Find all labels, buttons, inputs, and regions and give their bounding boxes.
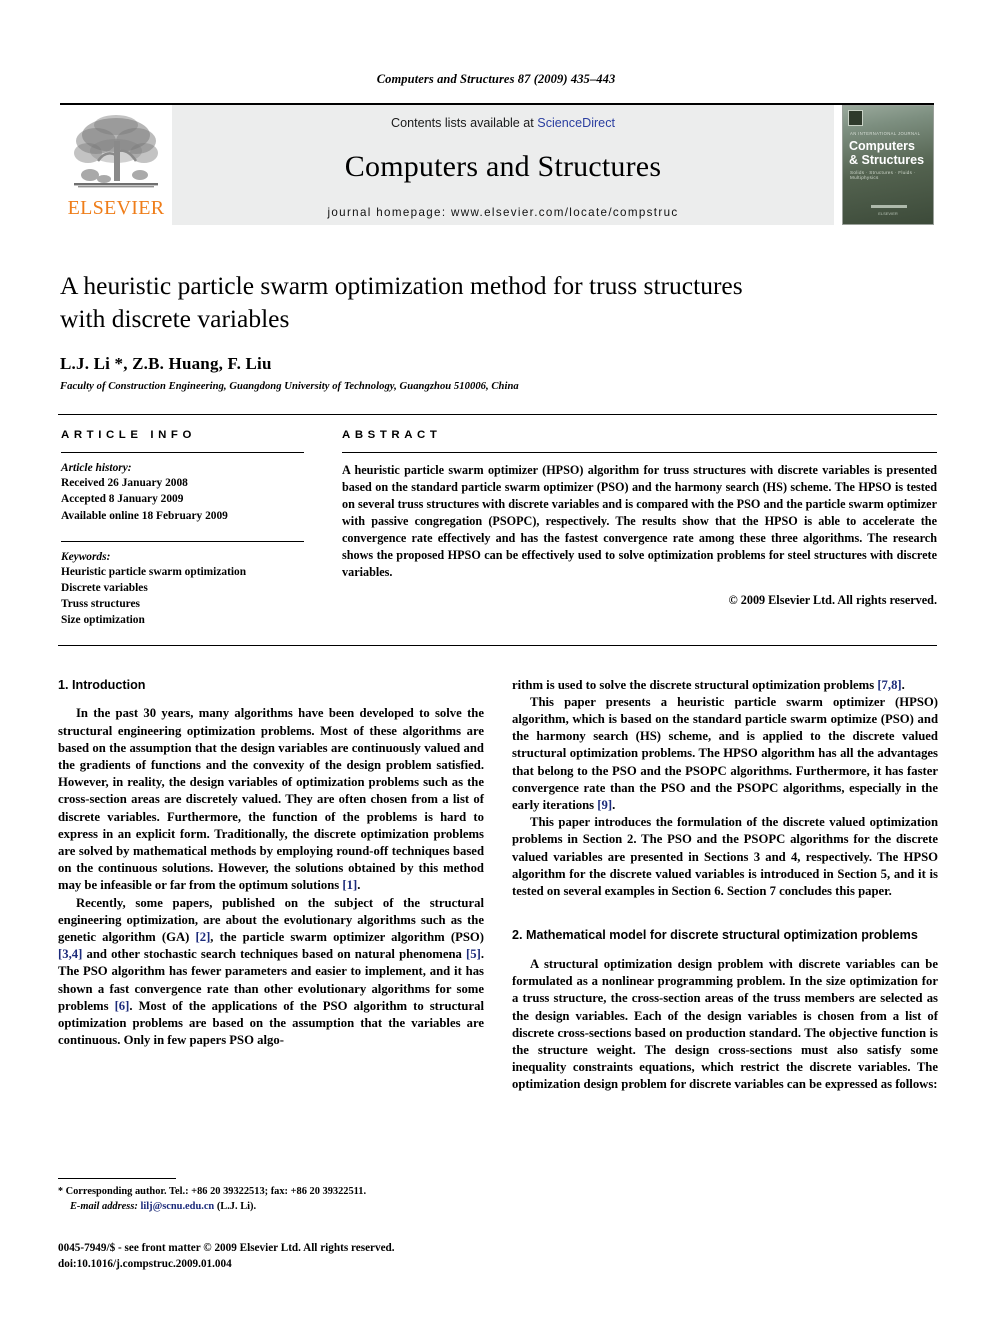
info-abstract-panel: ARTICLE INFO Article history: Received 2… (58, 414, 937, 646)
cover-footer: ELSEVIER (878, 211, 898, 216)
cover-publisher-icon (848, 110, 863, 126)
citation-ref[interactable]: [1] (342, 878, 357, 892)
intro-p2-c: and other stochastic search techniques b… (82, 947, 467, 962)
body-columns: 1. Introduction In the past 30 years, ma… (58, 677, 938, 1094)
right-p2-a: This paper presents a heuristic particle… (512, 694, 938, 813)
keywords-heading: Keywords: (61, 550, 111, 563)
email-attribution: (L.J. Li). (214, 1200, 257, 1212)
abstract-column: ABSTRACT A heuristic particle swarm opti… (334, 429, 937, 628)
contents-prefix: Contents lists available at (390, 116, 538, 130)
cover-kicker: AN INTERNATIONAL JOURNAL (850, 131, 921, 136)
citation-ref[interactable]: [5] (466, 947, 481, 961)
journal-title: Computers and Structures (344, 150, 662, 183)
article-history-heading: Article history: (61, 462, 132, 475)
body-column-left: 1. Introduction In the past 30 years, ma… (58, 677, 484, 1094)
author-list: L.J. Li *, Z.B. Huang, F. Liu (60, 354, 272, 374)
citation-ref[interactable]: [2] (196, 930, 211, 944)
title-block: A heuristic particle swarm optimization … (60, 269, 932, 392)
citation-ref[interactable]: [7,8] (877, 678, 901, 692)
contents-available-line: Contents lists available at ScienceDirec… (391, 116, 615, 130)
corresponding-author-text: Corresponding author. Tel.: +86 20 39322… (63, 1186, 367, 1197)
keyword-item: Heuristic particle swarm optimization (61, 565, 247, 578)
history-available-online: Available online 18 February 2009 (61, 509, 228, 522)
intro-paragraph-2: Recently, some papers, published on the … (58, 895, 484, 1050)
citation-ref[interactable]: [3,4] (58, 947, 82, 961)
cover-tags: Solids · Structures · Fluids · Multiphys… (850, 170, 916, 180)
journal-homepage[interactable]: journal homepage: www.elsevier.com/locat… (327, 206, 678, 219)
section-heading-mathematical-model: 2. Mathematical model for discrete struc… (512, 928, 918, 943)
elsevier-wordmark: ELSEVIER (67, 197, 165, 219)
issn-copyright-line: 0045-7949/$ - see front matter © 2009 El… (58, 1242, 395, 1254)
cover-title-line1: Computers (849, 139, 915, 153)
abstract-text: A heuristic particle swarm optimizer (HP… (342, 463, 937, 579)
cover-title: Computers & Structures (849, 139, 924, 167)
journal-masthead: ELSEVIER Contents lists available at Sci… (60, 103, 934, 225)
citation-ref[interactable]: [9] (597, 798, 612, 812)
right-paragraph-1: rithm is used to solve the discrete stru… (512, 677, 938, 694)
intro-p1-text: In the past 30 years, many algorithms ha… (58, 706, 484, 893)
history-received: Received 26 January 2008 (61, 477, 188, 490)
footnote-block: * Corresponding author. Tel.: +86 20 393… (58, 1178, 484, 1215)
body-column-right: rithm is used to solve the discrete stru… (512, 677, 938, 1094)
email-link[interactable]: lilj@scnu.edu.cn (140, 1201, 214, 1212)
affiliation: Faculty of Construction Engineering, Gua… (60, 381, 519, 393)
abstract-label: ABSTRACT (342, 429, 442, 442)
colophon-block: 0045-7949/$ - see front matter © 2009 El… (58, 1241, 395, 1273)
info-divider (61, 452, 304, 454)
section2-paragraph-1: A structural optimization design problem… (512, 956, 938, 1092)
keyword-item: Size optimization (61, 614, 145, 627)
right-paragraph-2: This paper presents a heuristic particle… (512, 694, 938, 814)
history-accepted: Accepted 8 January 2009 (61, 493, 184, 506)
email-label: E-mail address: (70, 1200, 138, 1212)
article-info-label: ARTICLE INFO (61, 429, 196, 442)
right-p1-b: . (901, 677, 905, 692)
journal-band: Contents lists available at ScienceDirec… (172, 105, 834, 225)
right-p1-a: rithm is used to solve the discrete stru… (512, 677, 878, 692)
keywords-divider (61, 540, 304, 542)
elsevier-tree-icon (74, 115, 158, 188)
doi-line[interactable]: doi:10.1016/j.compstruc.2009.01.004 (58, 1257, 395, 1273)
citation-ref[interactable]: [6] (115, 999, 130, 1013)
intro-paragraph-1: In the past 30 years, many algorithms ha… (58, 706, 484, 893)
keyword-item: Truss structures (61, 598, 140, 611)
elsevier-logo: ELSEVIER (60, 105, 172, 225)
page-title: A heuristic particle swarm optimization … (60, 271, 743, 334)
right-p2-b: . (612, 798, 616, 813)
journal-cover-thumbnail: AN INTERNATIONAL JOURNAL Computers & Str… (842, 105, 934, 225)
right-paragraph-3: This paper introduces the formulation of… (512, 815, 938, 899)
cover-title-line2: & Structures (849, 153, 925, 167)
footnote-rule (58, 1178, 176, 1179)
section-heading-introduction: 1. Introduction (58, 677, 146, 692)
sciencedirect-link[interactable]: ScienceDirect (537, 116, 615, 130)
keyword-item: Discrete variables (61, 582, 148, 595)
article-info-column: ARTICLE INFO Article history: Received 2… (58, 429, 304, 628)
running-head: Computers and Structures 87 (2009) 435–4… (376, 72, 616, 86)
copyright-line: © 2009 Elsevier Ltd. All rights reserved… (728, 592, 937, 607)
abstract-divider (342, 452, 937, 454)
corresponding-author-note: * Corresponding author. Tel.: +86 20 393… (58, 1185, 484, 1200)
cover-divider (871, 205, 907, 208)
article-page: Computers and Structures 87 (2009) 435–4… (0, 0, 992, 1323)
email-note: E-mail address: lilj@scnu.edu.cn (L.J. L… (58, 1200, 484, 1215)
intro-p2-b: , the particle swarm optimizer algorithm… (210, 929, 484, 944)
